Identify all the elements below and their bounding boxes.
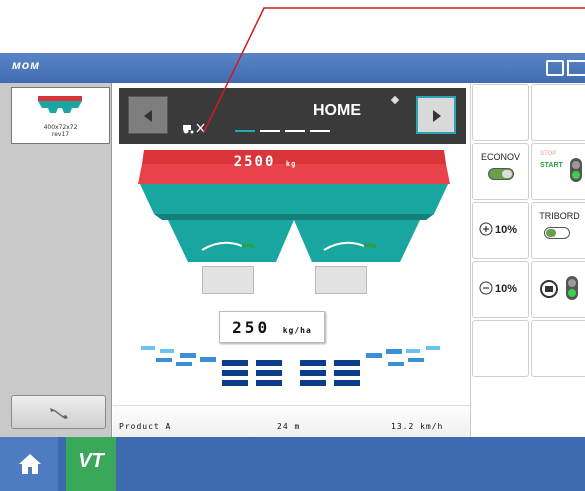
machine-revision: rev17 xyxy=(51,131,70,138)
settings-button[interactable] xyxy=(11,395,106,429)
page-indicator-4 xyxy=(310,130,330,132)
arrow-left-icon xyxy=(144,110,152,122)
stop-label: STOP xyxy=(540,151,557,157)
prev-page-button[interactable] xyxy=(128,96,168,134)
triboro-button[interactable]: TRIBORD xyxy=(531,202,585,259)
auto-cycle-icon xyxy=(540,280,558,298)
rate-unit: kg/ha xyxy=(282,326,312,335)
decrease-rate-button[interactable]: 10% xyxy=(472,261,529,318)
softkey-empty-4[interactable] xyxy=(531,320,585,377)
page-title: HOME xyxy=(313,102,361,119)
machine-model: 400x72x72 xyxy=(43,124,78,131)
status-bar: Product A 24 m 13.2 km/h xyxy=(113,405,470,437)
page-indicator-1 xyxy=(235,130,255,132)
increase-rate-percent: 10% xyxy=(495,224,518,236)
home-icon xyxy=(19,454,41,474)
spreader-hopper-icon xyxy=(38,96,82,113)
ground-speed: 13.2 km/h xyxy=(391,422,444,431)
machine-tile[interactable]: 400x72x72 rev17 xyxy=(11,87,110,144)
arrow-right-icon xyxy=(433,110,441,122)
softkey-grid: ECONOV STOP START 10% TRIBORD 10% xyxy=(470,83,585,437)
product-name: Product A xyxy=(119,422,172,431)
start-label: START xyxy=(540,162,563,169)
rate-value: 250 xyxy=(232,318,271,337)
minus-circle-icon xyxy=(479,281,493,295)
hopper-weight: 2500 kg xyxy=(210,154,320,170)
softkey-empty-1[interactable] xyxy=(472,84,529,141)
plus-circle-icon xyxy=(479,222,493,236)
triboro-label: TRIBORD xyxy=(539,211,580,221)
increase-rate-button[interactable]: 10% xyxy=(472,202,529,259)
page-indicator-3 xyxy=(285,130,305,132)
working-width: 24 m xyxy=(277,422,301,431)
wrench-icon xyxy=(50,408,68,419)
home-button[interactable] xyxy=(0,437,58,491)
start-stop-light-icon xyxy=(570,158,582,182)
auto-mode-light-icon xyxy=(566,276,578,300)
application-rate[interactable]: 250 kg/ha xyxy=(219,311,325,343)
header-bar: ᴍᴏᴍ xyxy=(0,53,585,83)
auto-mode-button[interactable] xyxy=(531,261,585,318)
econov-toggle-icon xyxy=(488,168,514,180)
left-disc-plate xyxy=(202,266,254,294)
decrease-rate-percent: 10% xyxy=(495,283,518,295)
softkey-empty-2[interactable] xyxy=(531,84,585,141)
layout-toggle-icon[interactable] xyxy=(546,60,564,76)
econov-button[interactable]: ECONOV xyxy=(472,143,529,200)
layout-split-icon[interactable] xyxy=(567,60,585,76)
vt-button[interactable]: VT xyxy=(66,437,116,491)
start-stop-button[interactable]: STOP START xyxy=(531,143,585,200)
right-disc-plate xyxy=(315,266,367,294)
softkey-empty-3[interactable] xyxy=(472,320,529,377)
page-nav-bar: HOME xyxy=(119,88,466,144)
hopper-weight-value: 2500 xyxy=(233,154,276,170)
spread-pattern-graphic xyxy=(141,346,440,386)
page-indicator-2 xyxy=(260,130,280,132)
app-brand: ᴍᴏᴍ xyxy=(12,58,41,72)
tractor-icon xyxy=(183,123,205,134)
triboro-toggle-icon xyxy=(544,227,570,239)
gps-satellite-icon xyxy=(390,95,400,105)
next-page-button[interactable] xyxy=(416,96,456,134)
hopper-weight-unit: kg xyxy=(285,160,297,168)
econov-label: ECONOV xyxy=(480,152,520,162)
